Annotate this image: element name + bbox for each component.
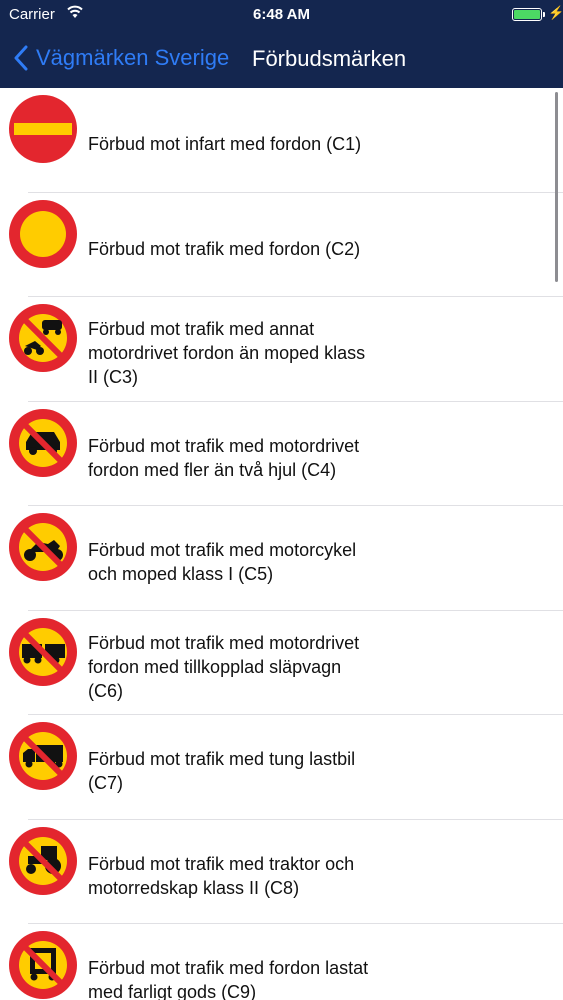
no-tractors-sign-icon [9, 826, 77, 895]
no-cars-sign-icon [9, 408, 77, 477]
scrollbar[interactable] [555, 92, 558, 282]
list-item[interactable]: Förbud mot trafik med motorcykel och mop… [0, 506, 563, 611]
top-bar: Carrier 6:48 AM ⚡ Vägmärken Sverige Förb… [0, 0, 563, 88]
list-item[interactable]: Förbud mot infart med fordon (C1) [0, 88, 563, 193]
list-item[interactable]: Förbud mot trafik med motordrivet fordon… [0, 611, 563, 715]
list-item[interactable]: Förbud mot trafik med tung lastbil (C7) [0, 715, 563, 820]
charging-icon: ⚡ [548, 5, 563, 20]
no-vehicles-sign-icon [9, 199, 77, 268]
sign-label: Förbud mot trafik med annat motordrivet … [88, 319, 366, 388]
list-item[interactable]: Förbud mot trafik med traktor och motorr… [0, 820, 563, 924]
back-button-label: Vägmärken Sverige [36, 45, 230, 70]
sign-label: Förbud mot trafik med motorcykel och mop… [88, 540, 357, 585]
sign-label: Förbud mot infart med fordon (C1) [88, 134, 362, 155]
no-entry-sign-icon [9, 95, 77, 163]
page-title: Förbudsmärken [252, 46, 407, 71]
list-item[interactable]: Förbud mot trafik med motordrivet fordon… [0, 402, 563, 506]
list-item[interactable]: Förbud mot trafik med fordon lastat med … [0, 924, 563, 1000]
sign-list[interactable]: Förbud mot infart med fordon (C1) Förbud… [0, 88, 563, 1000]
sign-label: Förbud mot trafik med fordon lastat med … [88, 958, 369, 1000]
navigation-bar: Vägmärken Sverige Förbudsmärken [0, 30, 563, 88]
list-item[interactable]: Förbud mot trafik med annat motordrivet … [0, 297, 563, 402]
no-motor-vehicles-sign-icon [9, 304, 77, 372]
no-motorcycles-sign-icon [9, 513, 77, 581]
sign-label: Förbud mot trafik med motordrivet fordon… [88, 632, 360, 701]
sign-label: Förbud mot trafik med motordrivet fordon… [88, 435, 360, 480]
clock: 6:48 AM [253, 6, 310, 23]
chevron-left-icon [14, 45, 28, 71]
back-button[interactable]: Vägmärken Sverige [14, 40, 229, 76]
status-bar: Carrier 6:48 AM ⚡ [0, 0, 563, 30]
sign-label: Förbud mot trafik med traktor och motorr… [88, 853, 355, 898]
list-item[interactable]: Förbud mot trafik med fordon (C2) [0, 193, 563, 297]
sign-label: Förbud mot trafik med tung lastbil (C7) [88, 749, 356, 794]
no-trailers-sign-icon [9, 617, 77, 686]
no-dangerous-goods-sign-icon [9, 931, 77, 999]
no-heavy-trucks-sign-icon [9, 722, 77, 790]
battery-icon [512, 8, 545, 21]
sign-label: Förbud mot trafik med fordon (C2) [88, 238, 361, 259]
